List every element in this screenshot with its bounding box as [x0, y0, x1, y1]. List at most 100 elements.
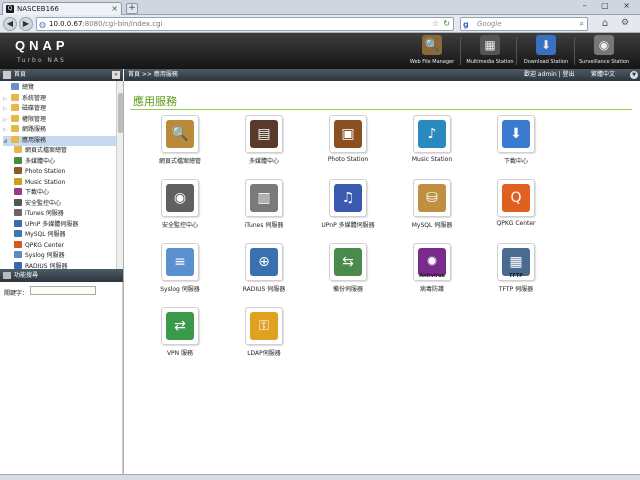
app-tile[interactable]: ✹ Antivirus: [413, 243, 451, 281]
window-controls[interactable]: – ▢ ×: [583, 1, 636, 10]
reload-icon[interactable]: ↻: [443, 18, 450, 30]
home-panel-icon: [3, 71, 11, 79]
app-tile[interactable]: ▦ TFTP: [497, 243, 535, 281]
tree-item[interactable]: Music Station: [14, 177, 116, 188]
app-antivirus[interactable]: ✹ Antivirus 病毒防護: [390, 243, 474, 301]
welcome-logout[interactable]: 歡迎 admin | 登出: [524, 69, 575, 81]
tree-item[interactable]: ▷ 磁碟管理: [3, 104, 116, 114]
app-vpn-service[interactable]: ⇄ VPN 服務: [138, 307, 222, 365]
app-tile[interactable]: 🔍: [161, 115, 199, 153]
app-tile[interactable]: ⬇: [497, 115, 535, 153]
tree-item[interactable]: ▷ 系統管理: [3, 93, 116, 104]
app-download-station[interactable]: ⬇ 下載中心: [474, 115, 558, 173]
app-music-station[interactable]: ♪ Music Station: [390, 115, 474, 173]
address-bar[interactable]: ◍ 10.0.0.67:8080/cgi-bin/index.cgi ☆ ↻: [36, 17, 454, 31]
expand-toggle-icon[interactable]: ▷: [3, 125, 11, 135]
app-multimedia-station[interactable]: ▤ 多媒體中心: [222, 115, 306, 173]
tree-item[interactable]: RADIUS 伺服器: [14, 261, 116, 269]
music-station-icon: ♪: [418, 120, 446, 148]
app-tile[interactable]: ⊕: [245, 243, 283, 281]
tree-item[interactable]: QPKG Center: [14, 240, 116, 251]
breadcrumb[interactable]: 首頁 >> 應用服務: [128, 71, 178, 78]
download-globe-icon: ⬇: [536, 35, 556, 55]
expand-toggle-icon[interactable]: ▷: [3, 94, 11, 104]
back-button[interactable]: ◀: [3, 17, 17, 31]
app-syslog-server[interactable]: ≡ Syslog 伺服器: [138, 243, 222, 301]
bookmark-star-icon[interactable]: ☆: [432, 18, 439, 30]
app-tile[interactable]: ⚿: [245, 307, 283, 345]
tree-item[interactable]: ▷ 權限管理: [3, 114, 116, 125]
home-icon[interactable]: ⌂: [598, 17, 612, 31]
app-itunes-server[interactable]: ▥ iTunes 伺服器: [222, 179, 306, 237]
app-tile[interactable]: ⛁: [413, 179, 451, 217]
language-dropdown-icon[interactable]: ▼: [630, 71, 638, 79]
app-small-icon: [14, 251, 22, 258]
tree-item[interactable]: iTunes 伺服器: [14, 209, 116, 219]
close-tab-icon[interactable]: ×: [111, 3, 118, 15]
tree-item[interactable]: 多媒體中心: [14, 156, 116, 167]
collapse-panel-button[interactable]: «: [112, 71, 120, 79]
expand-toggle-icon[interactable]: ▷: [3, 115, 11, 125]
function-search-icon: [3, 272, 11, 279]
forward-button[interactable]: ▶: [19, 17, 33, 31]
tree-item[interactable]: 下載中心: [14, 188, 116, 198]
app-small-icon: [14, 209, 22, 216]
app-tile[interactable]: ≡: [161, 243, 199, 281]
app-tile[interactable]: Q: [497, 179, 535, 217]
search-icon[interactable]: ⌕: [580, 18, 584, 30]
tree-item-label: 系統管理: [22, 94, 47, 102]
app-photo-station[interactable]: ▣ Photo Station: [306, 115, 390, 173]
expand-toggle-icon[interactable]: ◢: [3, 136, 11, 146]
tree-item[interactable]: ◢ 應用服務: [3, 135, 116, 146]
app-qpkg-center[interactable]: Q QPKG Center: [474, 179, 558, 237]
expand-toggle-icon[interactable]: ▷: [3, 104, 11, 114]
app-ldap-server[interactable]: ⚿ LDAP伺服器: [222, 307, 306, 365]
tree-item-label: QPKG Center: [25, 241, 65, 249]
tree-item[interactable]: 安全監控中心: [14, 198, 116, 209]
google-icon[interactable]: g: [463, 19, 469, 31]
tree-item[interactable]: 網頁式檔案總管: [14, 146, 116, 156]
app-radius-server[interactable]: ⊕ RADIUS 伺服器: [222, 243, 306, 301]
tftp-server-icon: ▦: [502, 248, 530, 276]
shortcut-folder-magnifier[interactable]: 🔍 Web File Manager: [404, 35, 460, 67]
tree-item[interactable]: 總覽: [3, 83, 116, 93]
app-tile[interactable]: ♫: [329, 179, 367, 217]
app-tile[interactable]: ◉: [161, 179, 199, 217]
shortcut-multimedia[interactable]: ▦ Multimedia Station: [462, 35, 518, 67]
app-tile[interactable]: ▤: [245, 115, 283, 153]
app-small-icon: [14, 188, 22, 195]
app-label: Syslog 伺服器: [160, 286, 200, 293]
app-tile[interactable]: ⇆: [329, 243, 367, 281]
icon-caption: Antivirus: [419, 273, 445, 279]
tree-item[interactable]: ▷ 網路服務: [3, 125, 116, 135]
app-tile[interactable]: ▣: [329, 115, 367, 153]
language-select[interactable]: 繁體中文: [591, 69, 615, 81]
browser-tab[interactable]: Q NASCEB166 ×: [2, 2, 122, 15]
app-tftp-server[interactable]: ▦ TFTP TFTP 伺服器: [474, 243, 558, 301]
url-path: :8080/cgi-bin/index.cgi: [82, 20, 163, 28]
app-label: RADIUS 伺服器: [242, 286, 286, 293]
keyword-input[interactable]: [30, 286, 96, 295]
app-tile[interactable]: ♪: [413, 115, 451, 153]
app-tile[interactable]: ⇄: [161, 307, 199, 345]
tree-item[interactable]: Syslog 伺服器: [14, 251, 116, 261]
shortcut-camera-dome[interactable]: ◉ Surveillance Station: [576, 35, 632, 67]
left-panel-header: 首頁 «: [0, 69, 123, 81]
tree-scrollbar[interactable]: [116, 81, 123, 269]
app-upnp-server[interactable]: ♫ UPnP 多媒體伺服器: [306, 179, 390, 237]
app-backup-server[interactable]: ⇆ 備份伺服器: [306, 243, 390, 301]
tree-item-label: Syslog 伺服器: [25, 252, 65, 259]
app-tile[interactable]: ▥: [245, 179, 283, 217]
app-web-file-manager[interactable]: 🔍 網頁式檔案總管: [138, 115, 222, 173]
tools-icon[interactable]: ⚙: [618, 17, 632, 31]
tree-item[interactable]: Photo Station: [14, 167, 116, 177]
tree-item[interactable]: MySQL 伺服器: [14, 230, 116, 240]
shortcut-download-globe[interactable]: ⬇ Download Station: [518, 35, 574, 67]
app-surveillance-camera[interactable]: ◉ 安全監控中心: [138, 179, 222, 237]
folder-icon: [11, 114, 19, 122]
new-tab-button[interactable]: +: [126, 3, 138, 14]
app-small-icon: [14, 177, 22, 185]
app-mysql-server[interactable]: ⛁ MySQL 伺服器: [390, 179, 474, 237]
search-input[interactable]: g Google ⌕: [460, 17, 588, 31]
tree-item[interactable]: UPnP 多媒體伺服器: [14, 219, 116, 230]
